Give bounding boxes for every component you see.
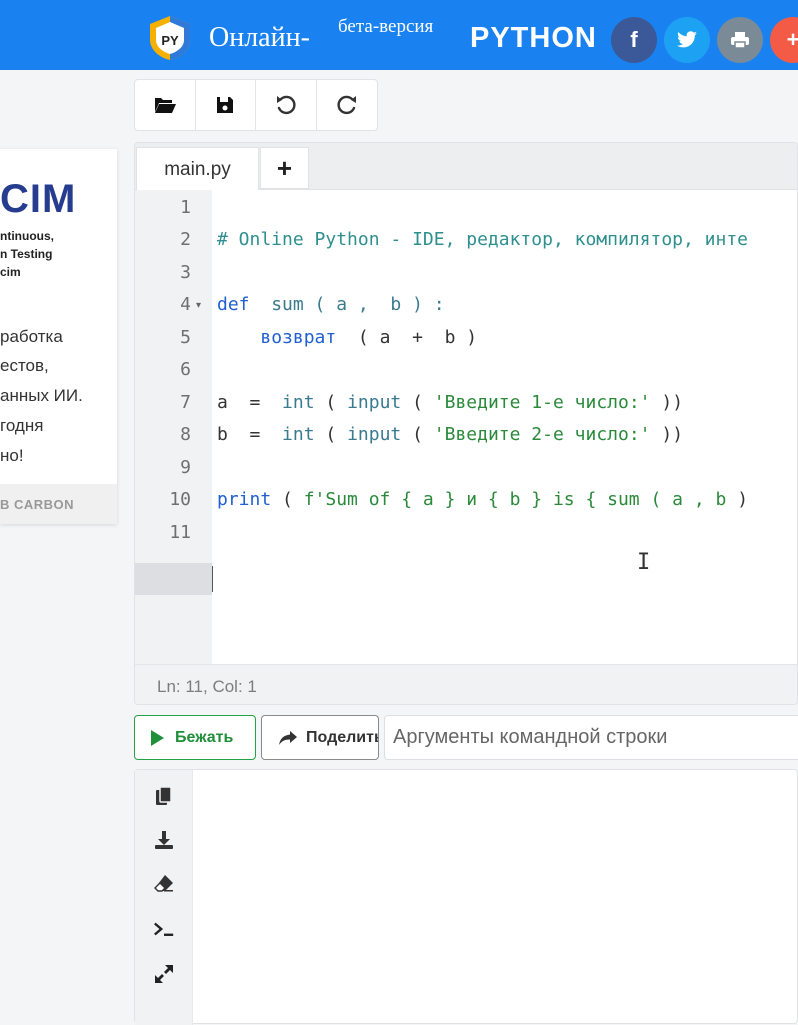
code-line-10: print ( f'Sum of { a } и { b } is { sum … xyxy=(217,489,748,510)
share-button-label: Поделиться xyxy=(306,728,378,746)
play-icon xyxy=(151,729,164,746)
line-number: 1 xyxy=(180,197,191,218)
python-shield-logo-icon[interactable]: PY xyxy=(146,14,194,62)
share-button[interactable]: Поделиться xyxy=(261,715,379,760)
line-number: 9 xyxy=(180,457,191,478)
code-text: ( a + b ) xyxy=(336,327,478,348)
code-keyword: возврат xyxy=(260,327,337,348)
code-editor-panel: main.py + 1 2 3 4 ▾ 5 6 7 8 9 10 11 # On… xyxy=(134,142,798,705)
ad-text-4: годня xyxy=(0,416,44,435)
code-text-area[interactable]: # Online Python - IDE, редактор, компиля… xyxy=(212,190,797,664)
save-icon xyxy=(217,97,234,113)
copy-icon[interactable] xyxy=(153,785,175,807)
ad-logo-area: CIM ntinuous, n Testing cim xyxy=(0,149,80,304)
carbon-ad[interactable]: CIM ntinuous, n Testing cim работка есто… xyxy=(0,149,117,524)
run-button-label: Бежать xyxy=(175,728,234,746)
code-text: a = xyxy=(217,392,283,413)
code-builtin: int xyxy=(282,424,315,445)
code-text: ( xyxy=(271,489,304,510)
editor-toolbar xyxy=(134,79,378,131)
ad-footer-label[interactable]: B CARBON xyxy=(0,497,74,512)
code-line-5: возврат ( a + b ) xyxy=(217,327,477,348)
facebook-share-icon[interactable]: f xyxy=(611,17,657,63)
redo-button[interactable] xyxy=(317,80,378,130)
code-text: )) xyxy=(650,424,684,445)
line-number: 8 xyxy=(180,424,191,445)
save-button[interactable] xyxy=(196,80,256,130)
ad-text-5: но! xyxy=(0,446,24,465)
redo-icon xyxy=(337,95,356,115)
ad-tagline-3: cim xyxy=(0,265,21,279)
ad-text-1: работка xyxy=(0,327,63,346)
output-sidebar xyxy=(135,770,193,1025)
ad-footer: B CARBON xyxy=(0,484,117,524)
code-text: ( xyxy=(314,424,348,445)
print-icon[interactable] xyxy=(717,17,763,63)
code-line-7: a = int ( input ( 'Введите 1-е число:' )… xyxy=(217,392,683,413)
twitter-share-icon[interactable] xyxy=(664,17,710,63)
line-number: 7 xyxy=(180,392,191,413)
site-header: PY Онлайн- бета-версия PYTHON f + xyxy=(0,0,798,70)
share-arrow-icon xyxy=(279,730,297,745)
code-text: b = xyxy=(217,424,283,445)
line-number-gutter: 1 2 3 4 ▾ 5 6 7 8 9 10 11 xyxy=(135,190,212,664)
code-line-2: # Online Python - IDE, редактор, компиля… xyxy=(217,229,748,250)
line-number: 10 xyxy=(169,489,191,510)
text-cursor xyxy=(212,566,213,592)
ad-brand: CIM xyxy=(0,177,77,221)
line-number: 2 xyxy=(180,229,191,250)
code-line-8: b = int ( input ( 'Введите 2-е число:' )… xyxy=(217,424,683,445)
ad-tagline-1: ntinuous, xyxy=(0,229,54,243)
code-builtin: input xyxy=(347,392,402,413)
open-file-button[interactable] xyxy=(135,80,196,130)
logo-text: PY xyxy=(161,33,179,48)
expand-icon[interactable] xyxy=(153,963,175,985)
active-line-highlight xyxy=(135,563,212,595)
code-string: 'Введите 1-е число:' xyxy=(433,392,651,413)
ad-tagline-2: n Testing xyxy=(0,247,53,261)
code-line-4: def sum ( a , b ) : xyxy=(217,294,445,315)
code-builtin: input xyxy=(347,424,402,445)
code-fstring: f'Sum of { a } и { b } is { sum ( a , b xyxy=(303,489,738,510)
ad-text-2: естов, xyxy=(0,356,49,375)
brand-title[interactable]: Онлайн- xyxy=(209,22,310,54)
line-number: 6 xyxy=(180,359,191,380)
line-number: 4 xyxy=(180,294,191,315)
terminal-icon[interactable] xyxy=(153,918,175,940)
editor-status-bar: Ln: 11, Col: 1 xyxy=(135,664,797,704)
code-text: ) xyxy=(737,489,749,510)
code-text: ( xyxy=(401,424,434,445)
code-comment: # Online Python - IDE, редактор, компиля… xyxy=(217,229,749,250)
code-builtin: int xyxy=(282,392,315,413)
add-tab-button[interactable]: + xyxy=(260,147,309,189)
code-keyword: def xyxy=(217,294,250,315)
cursor-position: Ln: 11, Col: 1 xyxy=(157,677,257,696)
code-text: )) xyxy=(650,392,684,413)
code-keyword: print xyxy=(217,489,272,510)
code-text: sum ( a , b ) : xyxy=(249,294,445,315)
output-panel[interactable] xyxy=(134,769,798,1025)
beta-label: бета-версия xyxy=(338,16,434,37)
fold-toggle-icon[interactable]: ▾ xyxy=(196,300,208,311)
run-button[interactable]: Бежать xyxy=(134,715,256,760)
code-string: 'Введите 2-е число:' xyxy=(433,424,651,445)
download-icon[interactable] xyxy=(153,829,175,851)
folder-open-icon xyxy=(153,98,176,113)
eraser-icon[interactable] xyxy=(153,872,175,894)
undo-button[interactable] xyxy=(256,80,317,130)
code-text: ( xyxy=(401,392,434,413)
line-number: 11 xyxy=(169,522,191,543)
python-title[interactable]: PYTHON xyxy=(470,22,597,55)
undo-icon xyxy=(276,95,296,115)
ad-text-3: анных ИИ. xyxy=(0,386,83,405)
file-tabs: main.py + xyxy=(135,143,797,191)
mouse-ibeam-cursor: I xyxy=(637,550,651,575)
more-share-icon[interactable]: + xyxy=(770,17,798,63)
line-number: 3 xyxy=(180,262,191,283)
tab-main-py[interactable]: main.py xyxy=(136,147,259,191)
command-line-args-input[interactable] xyxy=(384,715,798,760)
code-text: ( xyxy=(314,392,348,413)
line-number: 5 xyxy=(180,327,191,348)
